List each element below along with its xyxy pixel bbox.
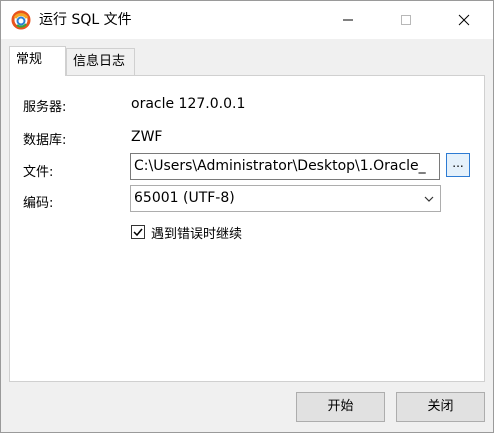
maximize-icon [401, 15, 411, 25]
database-value: ZWF [131, 129, 163, 145]
window-title: 运行 SQL 文件 [39, 12, 132, 28]
close-icon [458, 14, 470, 26]
continue-on-error-label[interactable]: 遇到错误时继续 [151, 223, 242, 242]
browse-file-button[interactable]: ... [446, 153, 470, 177]
tab-info-log[interactable]: 信息日志 [66, 48, 135, 75]
continue-on-error-checkbox[interactable] [131, 225, 145, 239]
start-button[interactable]: 开始 [296, 392, 385, 422]
minimize-icon [343, 19, 353, 21]
file-path-input[interactable]: C:\Users\Administrator\Desktop\1.Oracle_ [130, 153, 440, 180]
tab-general[interactable]: 常规 [9, 46, 66, 76]
run-sql-file-dialog: 运行 SQL 文件 常规 信息日志 服务器: oracle 127.0.0.1 … [0, 0, 494, 433]
minimize-button[interactable] [325, 1, 371, 39]
database-label: 数据库: [23, 133, 67, 148]
general-tab-panel [9, 75, 485, 382]
maximize-button[interactable] [383, 1, 429, 39]
checkmark-icon [133, 228, 143, 237]
close-window-button[interactable] [441, 1, 487, 39]
encoding-select[interactable]: 65001 (UTF-8) [130, 185, 441, 212]
server-value: oracle 127.0.0.1 [131, 96, 246, 112]
file-label: 文件: [23, 165, 54, 180]
encoding-label: 编码: [23, 196, 54, 211]
navicat-icon [11, 10, 31, 30]
title-bar: 运行 SQL 文件 [1, 1, 493, 39]
server-label: 服务器: [23, 100, 67, 115]
close-button[interactable]: 关闭 [396, 392, 485, 422]
encoding-selected-value: 65001 (UTF-8) [134, 190, 235, 206]
chevron-down-icon [424, 196, 434, 202]
